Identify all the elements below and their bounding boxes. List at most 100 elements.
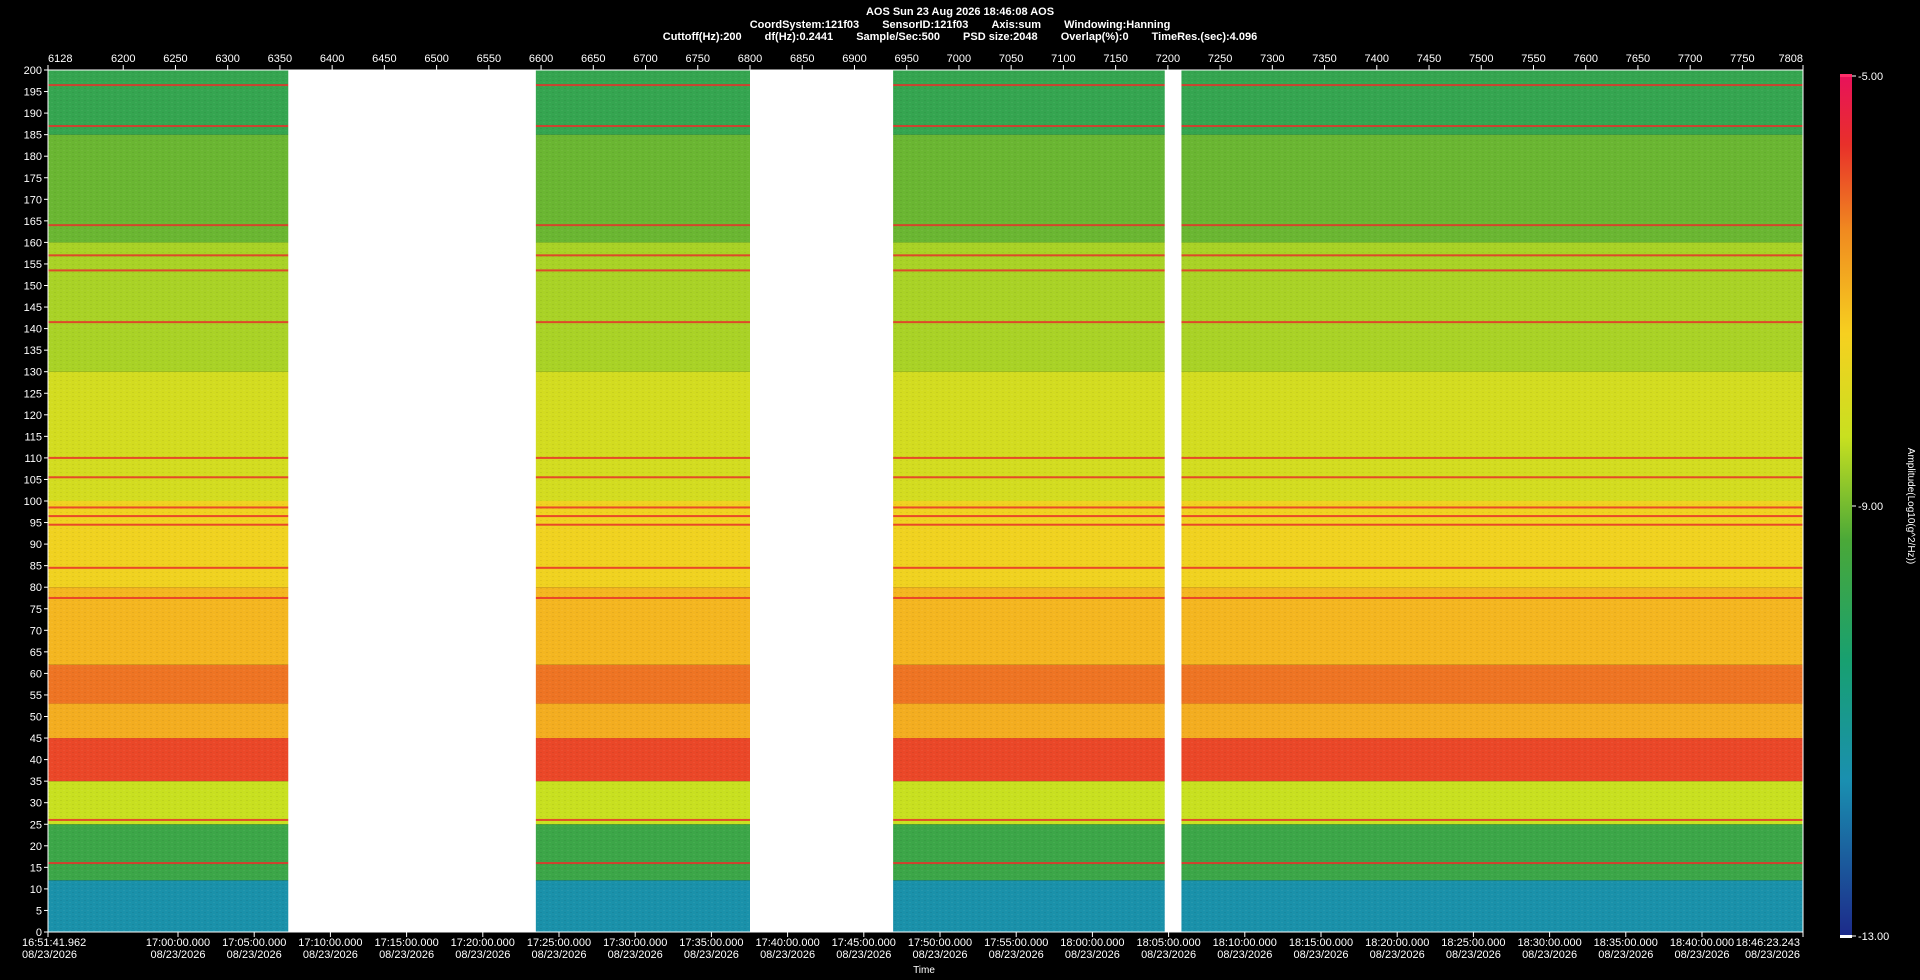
y-tick-label: 35	[30, 776, 42, 788]
top-tick-label: 7300	[1260, 53, 1284, 65]
top-tick-label: 6900	[842, 53, 866, 65]
top-tick-label: 6550	[477, 53, 501, 65]
top-tick-label: 7350	[1312, 53, 1336, 65]
date-tick-label: 08/23/2026	[531, 949, 586, 961]
y-tick-label: 195	[24, 87, 42, 99]
date-tick-label: 08/23/2026	[836, 949, 891, 961]
y-tick-label: 170	[24, 194, 42, 206]
date-tick-label: 08/23/2026	[1293, 949, 1348, 961]
y-tick-label: 30	[30, 798, 42, 810]
y-tick-label: 185	[24, 130, 42, 142]
date-tick-label: 08/23/2026	[989, 949, 1044, 961]
y-tick-label: 80	[30, 582, 42, 594]
date-tick-label: 08/23/2026	[150, 949, 205, 961]
top-tick-label: 7808	[1779, 53, 1803, 65]
time-tick-label: 18:00:00.000	[1060, 937, 1124, 949]
y-tick-label: 125	[24, 388, 42, 400]
data-gap-1	[750, 70, 894, 932]
date-tick-label: 08/23/2026	[608, 949, 663, 961]
y-tick-label: 90	[30, 539, 42, 551]
time-tick-label: 18:20:00.000	[1365, 937, 1429, 949]
time-tick-label: 16:51:41.962	[22, 937, 86, 949]
y-tick-label: 60	[30, 668, 42, 680]
x-axis-label: Time	[913, 965, 935, 976]
time-tick-label: 18:30:00.000	[1517, 937, 1581, 949]
time-tick-label: 17:05:00.000	[222, 937, 286, 949]
y-tick-label: 130	[24, 367, 42, 379]
date-tick-label: 08/23/2026	[760, 949, 815, 961]
date-tick-label: 08/23/2026	[1065, 949, 1120, 961]
top-tick-label: 6500	[424, 53, 448, 65]
y-tick-label: 65	[30, 647, 42, 659]
time-tick-label: 17:30:00.000	[603, 937, 667, 949]
date-tick-label: 08/23/2026	[1745, 949, 1800, 961]
top-tick-label: 6700	[633, 53, 657, 65]
y-tick-label: 190	[24, 108, 42, 120]
y-tick-label: 140	[24, 324, 42, 336]
time-tick-label: 18:10:00.000	[1213, 937, 1277, 949]
time-tick-label: 17:45:00.000	[832, 937, 896, 949]
top-tick-label: 6400	[320, 53, 344, 65]
colorbar	[1840, 76, 1852, 936]
time-tick-label: 17:40:00.000	[755, 937, 819, 949]
time-tick-label: 17:50:00.000	[908, 937, 972, 949]
time-tick-label: 17:15:00.000	[374, 937, 438, 949]
colorbar-bottom-marker	[1840, 935, 1852, 938]
top-tick-label: 7750	[1730, 53, 1754, 65]
time-tick-label: 17:00:00.000	[146, 937, 210, 949]
top-tick-label: 6800	[738, 53, 762, 65]
top-tick-label: 7050	[999, 53, 1023, 65]
top-tick-label: 6128	[48, 53, 72, 65]
top-tick-label: 6950	[894, 53, 918, 65]
top-tick-label: 7550	[1521, 53, 1545, 65]
time-tick-label: 17:25:00.000	[527, 937, 591, 949]
date-tick-label: 08/23/2026	[303, 949, 358, 961]
date-tick-label: 08/23/2026	[1522, 949, 1577, 961]
time-tick-label: 17:35:00.000	[679, 937, 743, 949]
colorbar-label: Amplitude(Log10(g^2/Hz))	[1905, 448, 1916, 564]
y-tick-label: 180	[24, 151, 42, 163]
y-tick-label: 20	[30, 841, 42, 853]
top-tick-label: 7700	[1678, 53, 1702, 65]
top-tick-label: 6250	[163, 53, 187, 65]
time-tick-label: 17:10:00.000	[298, 937, 362, 949]
top-tick-label: 7600	[1573, 53, 1597, 65]
top-tick-label: 6200	[111, 53, 135, 65]
top-tick-label: 7200	[1156, 53, 1180, 65]
time-tick-label: 18:46:23.243	[1736, 937, 1800, 949]
colorbar-tick-label: -9.00	[1858, 501, 1883, 513]
y-tick-label: 120	[24, 410, 42, 422]
y-tick-label: 5	[36, 905, 42, 917]
y-tick-label: 55	[30, 690, 42, 702]
y-tick-label: 10	[30, 884, 42, 896]
date-tick-label: 08/23/2026	[1598, 949, 1653, 961]
y-tick-label: 50	[30, 712, 42, 724]
top-tick-label: 6300	[215, 53, 239, 65]
y-tick-label: 155	[24, 259, 42, 271]
colorbar-tick-label: -13.00	[1858, 931, 1889, 943]
y-tick-label: 175	[24, 173, 42, 185]
top-tick-label: 7250	[1208, 53, 1232, 65]
top-tick-label: 7000	[947, 53, 971, 65]
colorbar-tick-label: -5.00	[1858, 71, 1883, 83]
y-tick-label: 70	[30, 625, 42, 637]
spectrogram-chart: 0510152025303540455055606570758085909510…	[22, 53, 1916, 976]
y-tick-label: 160	[24, 237, 42, 249]
y-tick-label: 135	[24, 345, 42, 357]
top-tick-label: 7450	[1417, 53, 1441, 65]
date-tick-label: 08/23/2026	[684, 949, 739, 961]
date-tick-label: 08/23/2026	[379, 949, 434, 961]
date-tick-label: 08/23/2026	[22, 949, 77, 961]
top-tick-label: 6450	[372, 53, 396, 65]
y-tick-label: 45	[30, 733, 42, 745]
y-tick-label: 15	[30, 862, 42, 874]
data-gap-0	[288, 70, 536, 932]
y-tick-label: 165	[24, 216, 42, 228]
date-tick-label: 08/23/2026	[1370, 949, 1425, 961]
top-tick-label: 6850	[790, 53, 814, 65]
data-gap-2	[1164, 70, 1182, 932]
y-tick-label: 200	[24, 65, 42, 77]
top-tick-label: 6750	[686, 53, 710, 65]
top-tick-label: 7500	[1469, 53, 1493, 65]
date-tick-label: 08/23/2026	[1141, 949, 1196, 961]
